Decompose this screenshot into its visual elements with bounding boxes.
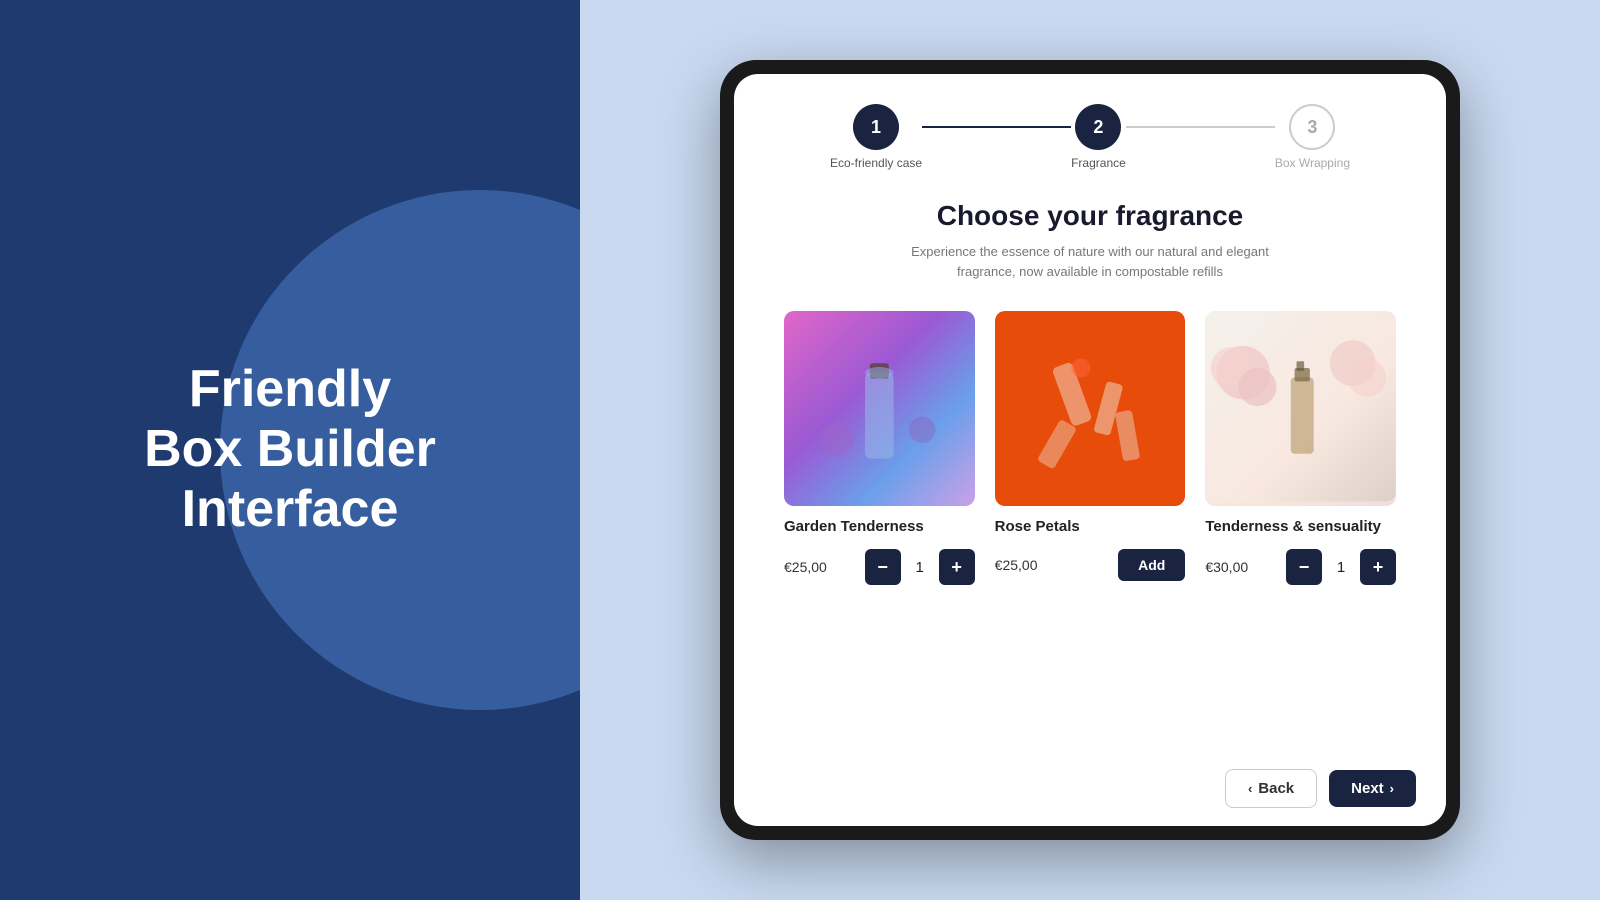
step-3: 3 Box Wrapping	[1275, 104, 1350, 170]
add-button-rose[interactable]: Add	[1118, 549, 1185, 581]
product-name-rose: Rose Petals	[995, 518, 1186, 535]
step-2-label: Fragrance	[1071, 156, 1126, 170]
right-panel: 1 Eco-friendly case 2 Fragrance	[580, 0, 1600, 900]
next-button[interactable]: Next ›	[1329, 770, 1416, 807]
step-1: 1 Eco-friendly case	[830, 104, 922, 170]
product-name-garden: Garden Tenderness	[784, 518, 975, 535]
back-button[interactable]: ‹ Back	[1225, 769, 1317, 808]
step-2-circle: 2	[1075, 104, 1121, 150]
step-line-2	[1126, 126, 1275, 128]
main-content: Choose your fragrance Experience the ess…	[734, 190, 1446, 759]
qty-value-tenderness: 1	[1332, 559, 1350, 576]
left-panel: Friendly Box Builder Interface	[0, 0, 580, 900]
product-controls-tenderness: €30,00 − 1 +	[1205, 549, 1396, 585]
step-2-number: 2	[1093, 117, 1103, 138]
product-image-garden	[784, 311, 975, 506]
tablet-device: 1 Eco-friendly case 2 Fragrance	[720, 60, 1460, 840]
qty-decrease-tenderness[interactable]: −	[1286, 549, 1322, 585]
step-2: 2 Fragrance	[1071, 104, 1126, 170]
footer-nav: ‹ Back Next ›	[734, 759, 1446, 826]
step-line-1	[922, 126, 1071, 128]
step-1-circle: 1	[853, 104, 899, 150]
qty-increase-tenderness[interactable]: +	[1360, 549, 1396, 585]
qty-increase-garden[interactable]: +	[939, 549, 975, 585]
next-arrow-icon: ›	[1390, 781, 1394, 796]
qty-value-garden: 1	[911, 559, 929, 576]
product-card-garden: Garden Tenderness €25,00 − 1 +	[784, 311, 975, 585]
product-image-rose	[995, 311, 1186, 506]
product-name-tenderness: Tenderness & sensuality	[1205, 518, 1396, 535]
product-card-rose: Rose Petals €25,00 Add	[995, 311, 1186, 585]
stepper-container: 1 Eco-friendly case 2 Fragrance	[734, 74, 1446, 190]
tablet-screen: 1 Eco-friendly case 2 Fragrance	[734, 74, 1446, 826]
hero-title: Friendly Box Builder Interface	[144, 360, 436, 539]
product-price-rose: €25,00	[995, 557, 1038, 573]
qty-decrease-garden[interactable]: −	[865, 549, 901, 585]
step-1-number: 1	[871, 117, 881, 138]
left-panel-text: Friendly Box Builder Interface	[84, 360, 496, 539]
step-1-label: Eco-friendly case	[830, 156, 922, 170]
product-price-garden: €25,00	[784, 559, 827, 575]
step-3-label: Box Wrapping	[1275, 156, 1350, 170]
product-image-tenderness	[1205, 311, 1396, 506]
product-price-tenderness: €30,00	[1205, 559, 1248, 575]
product-controls-rose: €25,00 Add	[995, 549, 1186, 581]
step-3-number: 3	[1307, 117, 1317, 138]
back-label: Back	[1258, 780, 1294, 797]
step-3-circle: 3	[1289, 104, 1335, 150]
product-controls-garden: €25,00 − 1 +	[784, 549, 975, 585]
product-card-tenderness: Tenderness & sensuality €30,00 − 1 +	[1205, 311, 1396, 585]
next-label: Next	[1351, 780, 1384, 797]
stepper: 1 Eco-friendly case 2 Fragrance	[830, 104, 1350, 170]
page-title: Choose your fragrance	[784, 200, 1396, 232]
back-arrow-icon: ‹	[1248, 781, 1252, 796]
product-grid: Garden Tenderness €25,00 − 1 +	[784, 311, 1396, 585]
page-subtitle: Experience the essence of nature with ou…	[784, 242, 1396, 281]
